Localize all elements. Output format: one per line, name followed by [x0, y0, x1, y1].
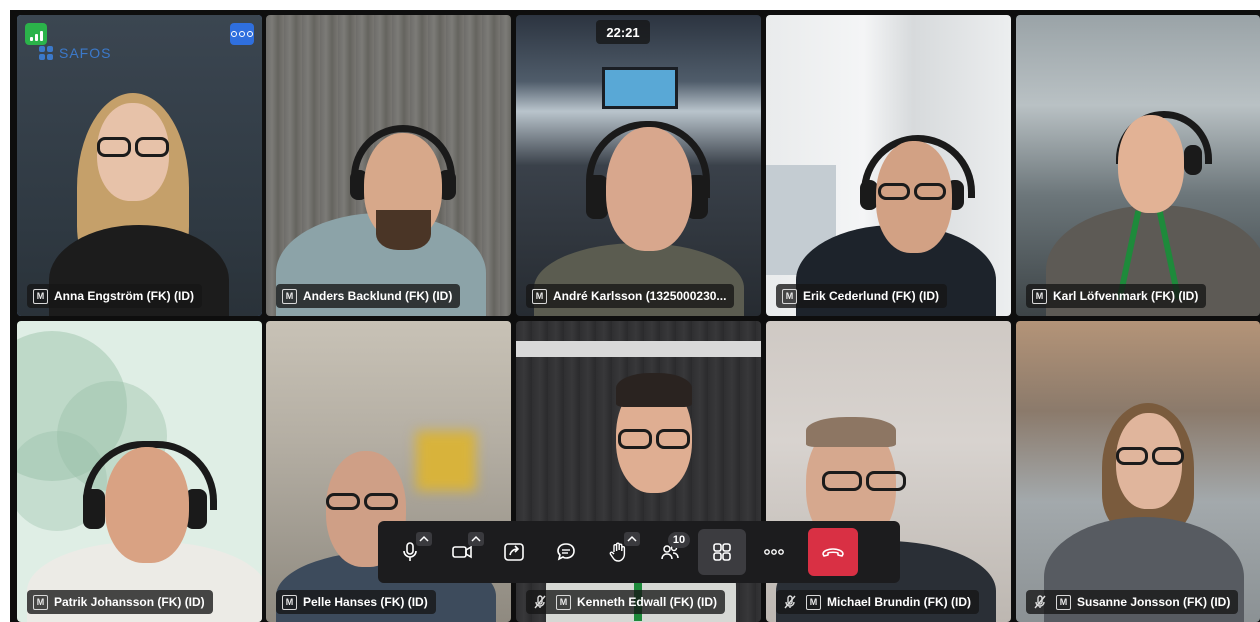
- camera-button[interactable]: [438, 529, 486, 575]
- participant-video: [766, 15, 1011, 316]
- chat-button[interactable]: [542, 529, 590, 575]
- participant-tile[interactable]: SAFOS M Anna Engström (FK) (ID): [17, 15, 262, 316]
- share-screen-button[interactable]: [490, 529, 538, 575]
- raise-hand-button[interactable]: [594, 529, 642, 575]
- tile-more-icon[interactable]: [230, 23, 254, 45]
- moderator-badge-icon: M: [282, 594, 297, 610]
- leave-call-button[interactable]: [808, 528, 858, 576]
- participant-name-tag: M Susanne Jonsson (FK) (ID): [1026, 590, 1239, 614]
- participant-name-tag: M Erik Cederlund (FK) (ID): [776, 284, 948, 308]
- participant-count-badge: 10: [668, 532, 690, 548]
- safos-logo: SAFOS: [39, 45, 111, 61]
- microphone-options-chevron-icon[interactable]: [416, 532, 432, 546]
- mic-muted-icon: [1032, 594, 1048, 610]
- participant-name-tag: M Karl Löfvenmark (FK) (ID): [1026, 284, 1207, 308]
- participant-tile[interactable]: M Karl Löfvenmark (FK) (ID): [1016, 15, 1260, 316]
- participant-tile[interactable]: M Patrik Johansson (FK) (ID): [17, 321, 262, 622]
- participant-name-tag: M Patrik Johansson (FK) (ID): [27, 590, 213, 614]
- moderator-badge-icon: M: [556, 594, 571, 610]
- grid-view-icon: [711, 541, 733, 563]
- moderator-badge-icon: M: [532, 288, 547, 304]
- participant-name-tag: M André Karlsson (1325000230...: [526, 284, 735, 308]
- participant-name-tag: M Anna Engström (FK) (ID): [27, 284, 202, 308]
- moderator-badge-icon: M: [1032, 288, 1047, 304]
- participant-name-tag: M Kenneth Edwall (FK) (ID): [526, 590, 725, 614]
- connection-stats-icon[interactable]: [25, 23, 47, 45]
- more-options-icon: [762, 541, 786, 563]
- reactions-chevron-icon[interactable]: [624, 532, 640, 546]
- call-toolbar: 10: [378, 521, 900, 583]
- participant-name-tag: M Anders Backlund (FK) (ID): [276, 284, 461, 308]
- moderator-badge-icon: M: [282, 288, 297, 304]
- participants-button[interactable]: 10: [646, 529, 694, 575]
- participant-tile[interactable]: M Susanne Jonsson (FK) (ID): [1016, 321, 1260, 622]
- participant-name-tag: M Michael Brundin (FK) (ID): [776, 590, 979, 614]
- participant-tile[interactable]: M Erik Cederlund (FK) (ID): [766, 15, 1011, 316]
- participant-name-tag: M Pelle Hanses (FK) (ID): [276, 590, 436, 614]
- participant-video: [1016, 15, 1260, 316]
- chat-icon: [555, 541, 577, 563]
- moderator-badge-icon: M: [806, 594, 821, 610]
- share-screen-icon: [503, 541, 525, 563]
- moderator-badge-icon: M: [33, 288, 48, 304]
- participant-video: [266, 15, 511, 316]
- moderator-badge-icon: M: [1056, 594, 1071, 610]
- participant-tile[interactable]: M Anders Backlund (FK) (ID): [266, 15, 511, 316]
- moderator-badge-icon: M: [782, 288, 797, 304]
- participant-video: [516, 15, 761, 316]
- mic-muted-icon: [782, 594, 798, 610]
- leave-call-icon: [820, 541, 846, 563]
- microphone-button[interactable]: [386, 529, 434, 575]
- participant-tile[interactable]: M André Karlsson (1325000230...: [516, 15, 761, 316]
- participant-video: [1016, 321, 1260, 622]
- meeting-timer: 22:21: [596, 20, 650, 44]
- camera-options-chevron-icon[interactable]: [468, 532, 484, 546]
- participant-video: [17, 321, 262, 622]
- moderator-badge-icon: M: [33, 594, 48, 610]
- mic-muted-icon: [532, 594, 548, 610]
- more-options-button[interactable]: [750, 529, 798, 575]
- grid-view-button[interactable]: [698, 529, 746, 575]
